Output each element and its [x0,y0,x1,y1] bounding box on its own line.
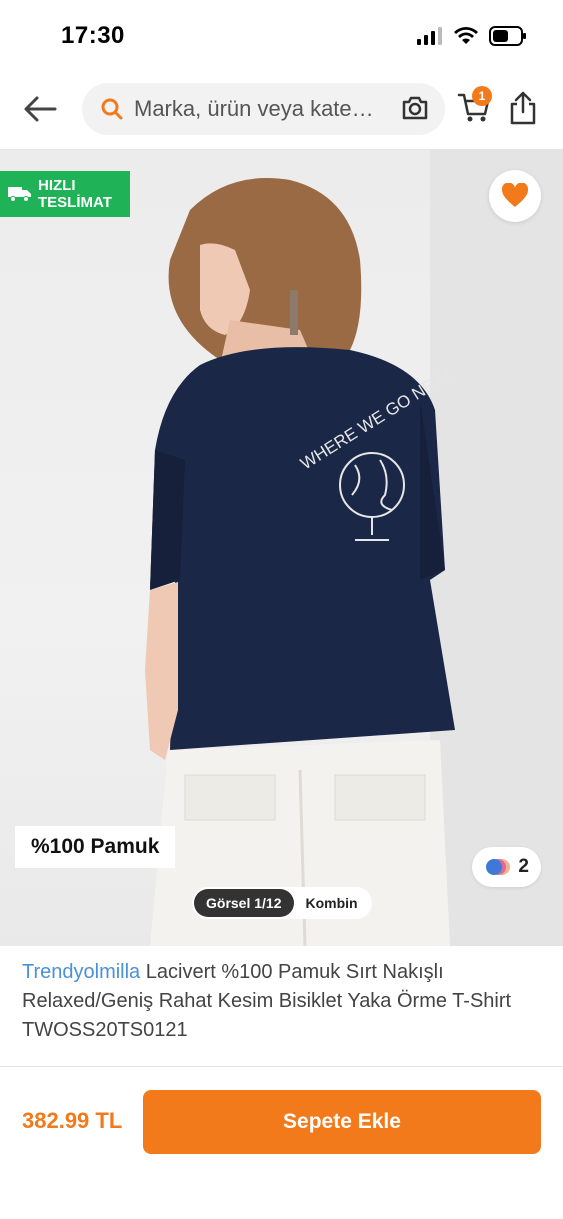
camera-icon[interactable] [401,95,429,121]
cart-count-badge: 1 [472,86,492,106]
tab-outfit[interactable]: Kombin [294,889,370,917]
status-bar: 17:30 [0,0,563,70]
truck-icon [8,187,31,202]
back-button[interactable] [20,92,60,126]
product-image[interactable]: WHERE WE GO NEXT HIZLI TESLİMAT %100 Pam… [0,150,563,946]
add-to-cart-button[interactable]: Sepete Ekle [143,1090,541,1154]
color-swatch-icon [486,859,511,875]
material-badge: %100 Pamuk [15,826,176,868]
color-options-button[interactable]: 2 [472,847,541,887]
product-price: 382.99 TL [22,1108,123,1133]
search-icon [101,98,123,120]
product-title: Trendyolmilla Lacivert %100 Pamuk Sırt N… [22,958,542,1045]
status-time: 17:30 [61,22,125,49]
share-button[interactable] [508,90,538,126]
fast-delivery-badge: HIZLI TESLİMAT [0,171,130,217]
wifi-icon [454,27,478,44]
heart-icon [501,183,529,207]
search-placeholder: Marka, ürün veya kate… [134,96,374,121]
top-nav: Marka, ürün veya kate… 1 [0,70,563,150]
color-count: 2 [518,856,529,877]
image-tabs: Görsel 1/12 Kombin [192,887,372,919]
divider [0,1066,563,1067]
search-input[interactable]: Marka, ürün veya kate… [82,83,445,135]
fast-delivery-line2: TESLİMAT [38,194,112,211]
brand-link[interactable]: Trendyolmilla [22,961,140,983]
tab-gallery[interactable]: Görsel 1/12 [194,889,294,917]
share-icon [510,91,536,125]
back-arrow-icon [24,96,57,122]
status-icons [417,26,527,46]
fast-delivery-line1: HIZLI [38,177,76,194]
battery-icon [489,26,526,46]
favorite-button[interactable] [489,170,541,222]
signal-icon [417,27,442,45]
